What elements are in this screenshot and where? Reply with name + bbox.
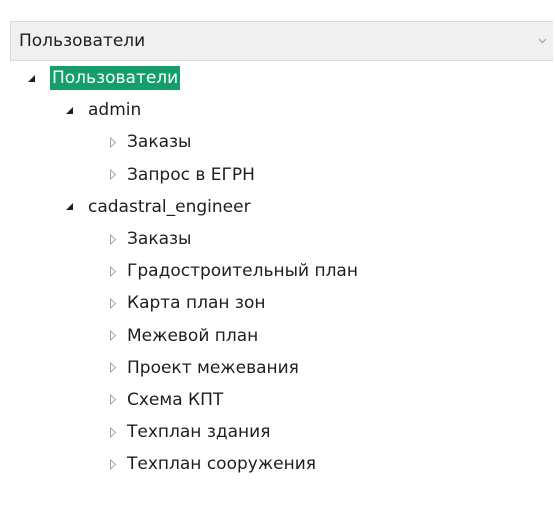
- expanded-arrow-icon[interactable]: [63, 104, 75, 116]
- tree-node-item[interactable]: Межевой план: [0, 320, 555, 352]
- tree-node-label: Заказы: [127, 132, 192, 153]
- tree-node-item[interactable]: Карта план зон: [0, 287, 555, 319]
- collapsed-arrow-icon[interactable]: [107, 169, 119, 181]
- tree-node-item[interactable]: Запрос в ЕГРН: [0, 159, 555, 191]
- tree-node-label: Градостроительный план: [127, 261, 358, 282]
- users-tree: Пользователи admin Заказы Запрос в ЕГРН …: [0, 62, 555, 480]
- tree-node-label: Межевой план: [127, 325, 259, 346]
- tree-node-item[interactable]: Схема КПТ: [0, 384, 555, 416]
- collapsed-arrow-icon[interactable]: [107, 458, 119, 470]
- tree-node-item[interactable]: Заказы: [0, 126, 555, 158]
- tree-node-item[interactable]: Техплан здания: [0, 416, 555, 448]
- tree-node-label: Карта план зон: [127, 293, 266, 314]
- tree-node-label: Проект межевания: [127, 357, 299, 378]
- tree-node-label: Техплан здания: [127, 422, 271, 443]
- collapsed-arrow-icon[interactable]: [107, 233, 119, 245]
- users-combobox[interactable]: Пользователи: [10, 21, 553, 61]
- tree-node-label: admin: [88, 100, 142, 121]
- tree-node-label: Пользователи: [50, 66, 181, 91]
- collapsed-arrow-icon[interactable]: [107, 265, 119, 277]
- tree-node-item[interactable]: Заказы: [0, 223, 555, 255]
- collapsed-arrow-icon[interactable]: [107, 394, 119, 406]
- combobox-value: Пользователи: [19, 31, 146, 51]
- collapsed-arrow-icon[interactable]: [107, 362, 119, 374]
- tree-node-label: Заказы: [127, 229, 192, 250]
- tree-node-user[interactable]: cadastral_engineer: [0, 191, 555, 223]
- tree-node-label: Техплан сооружения: [127, 454, 316, 475]
- collapsed-arrow-icon[interactable]: [107, 136, 119, 148]
- collapsed-arrow-icon[interactable]: [107, 297, 119, 309]
- tree-node-user[interactable]: admin: [0, 94, 555, 126]
- tree-node-label: Запрос в ЕГРН: [127, 164, 255, 185]
- tree-node-label: Схема КПТ: [127, 389, 224, 410]
- tree-node-item[interactable]: Градостроительный план: [0, 255, 555, 287]
- expanded-arrow-icon[interactable]: [25, 72, 37, 84]
- collapsed-arrow-icon[interactable]: [107, 426, 119, 438]
- tree-node-label: cadastral_engineer: [88, 196, 251, 217]
- chevron-down-icon[interactable]: [531, 22, 553, 60]
- tree-node-item[interactable]: Техплан сооружения: [0, 448, 555, 480]
- tree-node-item[interactable]: Проект межевания: [0, 352, 555, 384]
- collapsed-arrow-icon[interactable]: [107, 330, 119, 342]
- tree-node-root[interactable]: Пользователи: [0, 62, 555, 94]
- expanded-arrow-icon[interactable]: [63, 201, 75, 213]
